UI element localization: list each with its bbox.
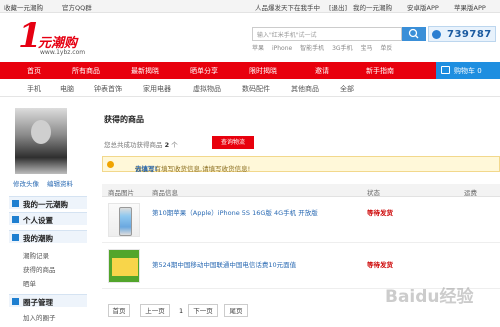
cart-label: 购物车 0 [454,67,482,75]
category-item[interactable]: 其他商品 [291,84,319,94]
last-page-button[interactable]: 尾页 [224,304,248,317]
hot-word[interactable]: iPhone [272,45,292,52]
prev-page-button[interactable]: 上一页 [140,304,170,317]
android-app-link[interactable]: 安卓版APP [407,2,439,12]
section-icon [12,216,19,223]
info-prefix: 您总共成功获得商品 [104,141,163,149]
nav-item-limited[interactable]: 限时揭晓 [249,66,277,76]
sidebar-section-circles[interactable]: 圈子管理 [9,294,87,307]
column-header: 运费 [464,189,477,197]
check-logistics-button[interactable]: 查询物流 [212,136,254,149]
cart-button[interactable]: 购物车 0 [436,62,500,79]
section-icon [12,234,19,241]
search-input[interactable]: 输入"红米手机"试一试 [252,27,402,41]
category-item[interactable]: 数码配件 [242,84,270,94]
bookmark-link[interactable]: 收藏一元潮购 [4,2,43,12]
category-item[interactable]: 钟表首饰 [94,84,122,94]
sidebar-item-share[interactable]: 晒单 [23,278,36,288]
status-badge: 等待发货 [367,209,393,217]
search-placeholder: 输入"红米手机"试一试 [257,32,317,39]
sidebar-item-records[interactable]: 潮购记录 [23,250,49,260]
avatar[interactable] [15,108,67,174]
column-header: 商品图片 [108,189,134,197]
category-item[interactable]: 全部 [340,84,354,94]
product-image-iphone[interactable] [108,203,140,237]
column-header: 状态 [367,189,380,197]
pagination: 首页 上一页 1 下一页 尾页 [102,304,402,318]
search-button[interactable] [402,27,426,41]
edit-profile-link[interactable]: 编辑资料 [47,178,73,188]
status-badge: 等待发货 [367,261,393,269]
user-sidebar: 修改头像 编辑资料 我的一元潮购 个人设置 我的潮购 潮购记录 获得的商品 晒单… [9,104,87,327]
slogan-text: 人品爆发天下在我手中 [255,4,320,12]
logo-url: www.1ybz.com [40,49,86,56]
product-image-phone-credit[interactable] [108,249,140,283]
top-bar: 收藏一元潮购 官方QQ群 人品爆发天下在我手中 [退出] 我的一元潮购 安卓版A… [0,0,500,13]
product-link[interactable]: 第10期苹果（Apple）iPhone 5S 16G版 4G手机 开放版 [152,207,318,217]
section-icon [12,298,19,305]
section-label: 个人设置 [23,216,53,225]
product-link[interactable]: 第524期中国移动中国联通中国电信话费10元面值 [152,259,296,269]
category-item[interactable]: 家用电器 [143,84,171,94]
counter-icon [432,30,441,39]
hot-word[interactable]: 单反 [380,45,392,52]
edit-avatar-link[interactable]: 修改头像 [13,178,39,188]
table-header: 商品图片 商品信息 状态 运费 [102,184,500,197]
counter-value: 739787 [447,29,492,40]
page-title: 获得的商品 [104,115,144,124]
participant-counter: 739787 [428,26,496,42]
sidebar-item-won-products[interactable]: 获得的商品 [23,264,56,274]
nav-item-invite[interactable]: 邀请 [315,66,329,76]
category-bar: 手机 电脑 钟表首饰 家用电器 虚拟物品 数码配件 其他商品 全部 [0,79,500,97]
warning-icon [107,161,114,168]
section-label: 我的潮购 [23,234,53,243]
cart-icon [441,66,450,74]
next-page-button[interactable]: 下一页 [188,304,218,317]
table-row: 第10期苹果（Apple）iPhone 5S 16G版 4G手机 开放版 等待发… [102,198,500,243]
sidebar-item-joined-circles[interactable]: 加入的圈子 [23,312,56,322]
info-count: 2 [164,141,170,149]
nav-item-guide[interactable]: 新手指南 [366,66,394,76]
hot-search-words: 苹果 iPhone 智能手机 3G手机 宝马 单反 [252,43,398,52]
section-label: 我的一元潮购 [23,200,68,209]
nav-item-share[interactable]: 晒单分享 [190,66,218,76]
search-icon [408,28,419,39]
hot-word[interactable]: 智能手机 [300,45,324,52]
column-header: 商品信息 [152,189,178,197]
info-suffix: 个 [171,141,178,149]
section-icon [12,200,19,207]
nav-item-all-products[interactable]: 所有商品 [72,66,100,76]
qq-group-link[interactable]: 官方QQ群 [62,2,92,12]
category-item[interactable]: 手机 [27,84,41,94]
category-item[interactable]: 虚拟物品 [193,84,221,94]
first-page-button[interactable]: 首页 [108,304,130,317]
nav-item-home[interactable]: 首页 [27,66,41,76]
sidebar-section-my-account[interactable]: 我的一元潮购 [9,196,87,209]
category-item[interactable]: 电脑 [60,84,74,94]
logout-link[interactable]: [退出] [329,2,347,12]
current-page: 1 [179,307,184,315]
hot-word[interactable]: 苹果 [252,45,264,52]
won-count-info: 您总共成功获得商品 2 个 [104,139,178,149]
my-account-link[interactable]: 我的一元潮购 [353,2,392,12]
hot-word[interactable]: 宝马 [360,45,372,52]
site-logo[interactable]: 1 元潮购 www.1ybz.com [18,16,85,56]
fill-address-link[interactable]: 去填写! [135,163,157,173]
iphone-app-link[interactable]: 苹果版APP [454,2,486,12]
main-nav: 首页 所有商品 最新揭晓 晒单分享 限时揭晓 邀请 新手指南 购物车 0 [0,62,500,79]
address-notice: 你还没有填写收货信息,请填写收货信息! 去填写! [102,156,500,173]
nav-item-latest[interactable]: 最新揭晓 [131,66,159,76]
hot-word[interactable]: 3G手机 [332,45,352,52]
watermark: Baidu经验 [385,287,474,307]
section-label: 圈子管理 [23,298,53,307]
sidebar-section-my-purchases[interactable]: 我的潮购 [9,230,87,243]
sidebar-section-settings[interactable]: 个人设置 [9,212,87,225]
